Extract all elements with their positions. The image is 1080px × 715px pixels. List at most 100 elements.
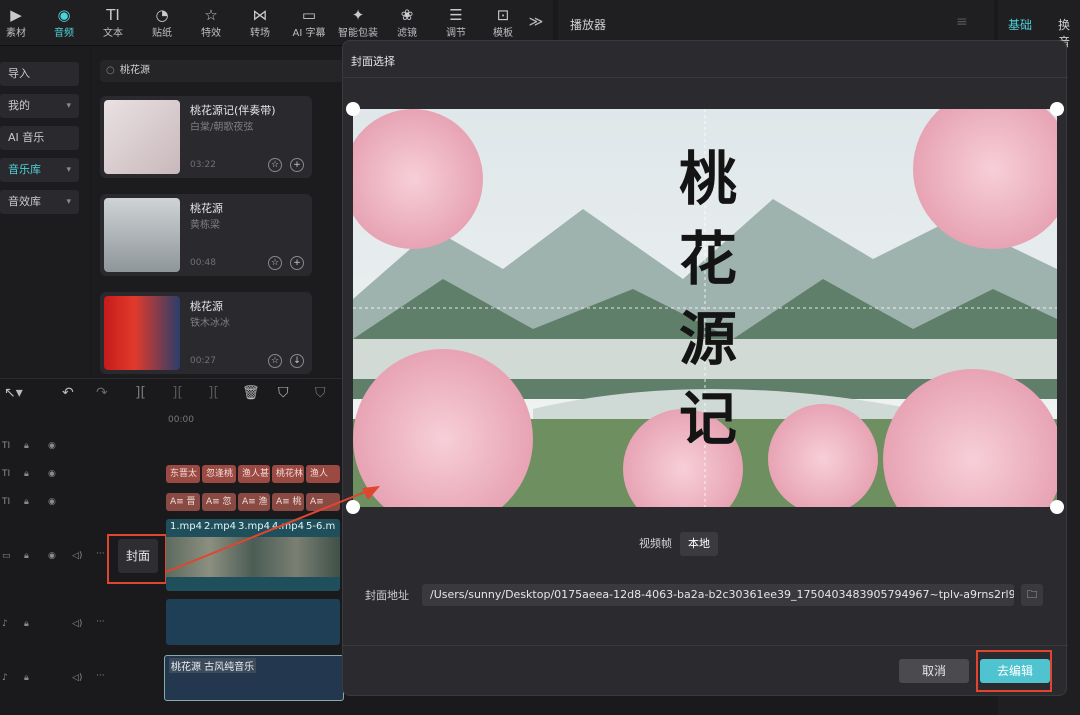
- favorite-icon[interactable]: ☆: [268, 256, 282, 270]
- tab-text[interactable]: TI 文本: [91, 6, 135, 39]
- more-tabs-button[interactable]: ≫: [522, 14, 550, 30]
- annotation-arrow: [165, 486, 380, 573]
- media-icon: ▶: [10, 6, 22, 24]
- tab-basic[interactable]: 基础: [1008, 16, 1032, 33]
- list-item[interactable]: 桃花源 铁木冰冰 00:27 ☆ ↓: [100, 292, 312, 374]
- chevron-down-icon: ▾: [66, 197, 71, 207]
- cover-image[interactable]: 桃 花 源 记: [353, 109, 1057, 507]
- volume-icon[interactable]: ◁): [72, 551, 82, 561]
- crop-handle-bottom-right[interactable]: [1050, 500, 1064, 514]
- dialog-title: 封面选择: [351, 55, 395, 68]
- search-icon: ○: [106, 65, 115, 76]
- more-icon[interactable]: ···: [96, 671, 105, 681]
- lock-icon[interactable]: 🔒︎: [24, 497, 29, 507]
- split-icon[interactable]: ][: [135, 385, 146, 401]
- add-icon[interactable]: +: [290, 158, 304, 172]
- highlight-box-edit: [976, 650, 1052, 692]
- tab-local[interactable]: 本地: [680, 532, 718, 556]
- cover-calligraphy: 桃 花 源 记: [678, 145, 737, 453]
- favorite-icon[interactable]: ☆: [268, 354, 282, 368]
- album-cover: [104, 100, 180, 174]
- tab-sticker[interactable]: ◔ 贴纸: [140, 6, 184, 39]
- album-cover: [104, 198, 180, 272]
- nav-mine[interactable]: 我的 ▾: [0, 94, 79, 118]
- tab-audio[interactable]: ◉ 音频: [42, 6, 86, 39]
- lock-icon[interactable]: 🔒︎: [24, 619, 29, 629]
- text-track-icon: TI: [2, 497, 11, 507]
- cover-path-label: 封面地址: [365, 589, 409, 602]
- nav-music-library[interactable]: 音乐库 ▾: [0, 158, 79, 182]
- tab-media[interactable]: ▶ 素材: [0, 6, 38, 39]
- menu-icon[interactable]: ≡: [956, 14, 968, 30]
- timecode-start: 00:00: [168, 415, 194, 425]
- lock-icon[interactable]: 🔒︎: [24, 441, 29, 451]
- audio-category-nav: 导入 我的 ▾ AI 音乐 音乐库 ▾ 音效库 ▾: [0, 46, 90, 376]
- cover-path-field[interactable]: /Users/sunny/Desktop/0175aeea-12d8-4063-…: [422, 584, 1014, 606]
- add-icon[interactable]: +: [290, 256, 304, 270]
- more-icon[interactable]: ···: [96, 549, 105, 559]
- audio-track-icon: ♪: [2, 673, 8, 683]
- divider: [343, 77, 1068, 78]
- tab-smart-pack[interactable]: ✦ 智能包装: [336, 6, 380, 39]
- tab-adjust[interactable]: ☰ 调节: [434, 6, 478, 39]
- lock-icon[interactable]: 🔒︎: [24, 673, 29, 683]
- text-track-icon: TI: [2, 469, 11, 479]
- eye-icon[interactable]: ◉: [48, 551, 56, 561]
- delete-icon[interactable]: 🗑: [242, 385, 260, 401]
- select-tool-icon[interactable]: ↖▾: [4, 385, 23, 401]
- filter-icon: ❀: [400, 6, 414, 24]
- cover-source-tabs: 视频帧 本地: [631, 532, 718, 556]
- adjust-icon: ☰: [449, 6, 463, 24]
- caption-icon: ▭: [301, 6, 317, 24]
- highlight-box-cover: [107, 534, 167, 584]
- volume-icon[interactable]: ◁): [72, 619, 82, 629]
- music-clip[interactable]: 桃花源 古风纯音乐: [164, 655, 344, 701]
- eye-icon[interactable]: ◉: [48, 469, 56, 479]
- voice-track[interactable]: [166, 599, 340, 645]
- eye-icon[interactable]: ◉: [48, 441, 56, 451]
- split-right-icon[interactable]: ][: [208, 385, 219, 401]
- lock-icon[interactable]: 🔒︎: [24, 469, 29, 479]
- cover-select-dialog: 封面选择 桃 花 源 记 视频帧 本地 封面地址 /Users/sunny/De…: [342, 40, 1068, 696]
- transition-icon: ⋈: [252, 6, 268, 24]
- shield-icon[interactable]: ⛉: [315, 385, 326, 401]
- nav-ai-music[interactable]: AI 音乐: [0, 126, 79, 150]
- download-icon[interactable]: ↓: [290, 354, 304, 368]
- volume-icon[interactable]: ◁): [72, 673, 82, 683]
- list-item[interactable]: 桃花源记(伴奏带) 白棠/朝歌夜弦 03:22 ☆ +: [100, 96, 312, 178]
- crop-handle-top-left[interactable]: [346, 102, 360, 116]
- effect-icon: ☆: [204, 6, 218, 24]
- lock-icon[interactable]: 🔒︎: [24, 551, 29, 561]
- text-track-icon: TI: [2, 441, 11, 451]
- text-icon: TI: [106, 6, 120, 24]
- tab-video-frame[interactable]: 视频帧: [631, 532, 680, 556]
- tab-ai-caption[interactable]: ▭ AI 字幕: [287, 6, 331, 39]
- chevron-down-icon: ▾: [66, 165, 71, 175]
- tab-transition[interactable]: ⋈ 转场: [238, 6, 282, 39]
- marker-icon[interactable]: ⛉: [278, 385, 289, 401]
- eye-icon[interactable]: ◉: [48, 497, 56, 507]
- nav-import[interactable]: 导入: [0, 62, 79, 86]
- video-track-icon: ▭: [2, 551, 11, 561]
- template-icon: ⊡: [496, 6, 510, 24]
- redo-icon[interactable]: ↷: [96, 385, 108, 401]
- search-input[interactable]: ○ 桃花源: [100, 60, 345, 82]
- cancel-button[interactable]: 取消: [899, 659, 969, 683]
- more-icon[interactable]: ···: [96, 617, 105, 627]
- chevron-down-icon: ▾: [66, 101, 71, 111]
- tab-filter[interactable]: ❀ 滤镜: [385, 6, 429, 39]
- tab-effect[interactable]: ☆ 特效: [189, 6, 233, 39]
- nav-sfx-library[interactable]: 音效库 ▾: [0, 190, 79, 214]
- split-left-icon[interactable]: ][: [172, 385, 183, 401]
- player-title: 播放器: [570, 18, 607, 32]
- divider: [343, 645, 1068, 646]
- crop-handle-top-right[interactable]: [1050, 102, 1064, 116]
- audio-track-icon: ♪: [2, 619, 8, 629]
- undo-icon[interactable]: ↶: [62, 385, 74, 401]
- tab-template[interactable]: ⊡ 模板: [483, 6, 523, 39]
- sticker-icon: ◔: [155, 6, 169, 24]
- folder-icon[interactable]: 🗀: [1021, 584, 1043, 606]
- smart-pack-icon: ✦: [351, 6, 365, 24]
- list-item[interactable]: 桃花源 黄栋梁 00:48 ☆ +: [100, 194, 312, 276]
- favorite-icon[interactable]: ☆: [268, 158, 282, 172]
